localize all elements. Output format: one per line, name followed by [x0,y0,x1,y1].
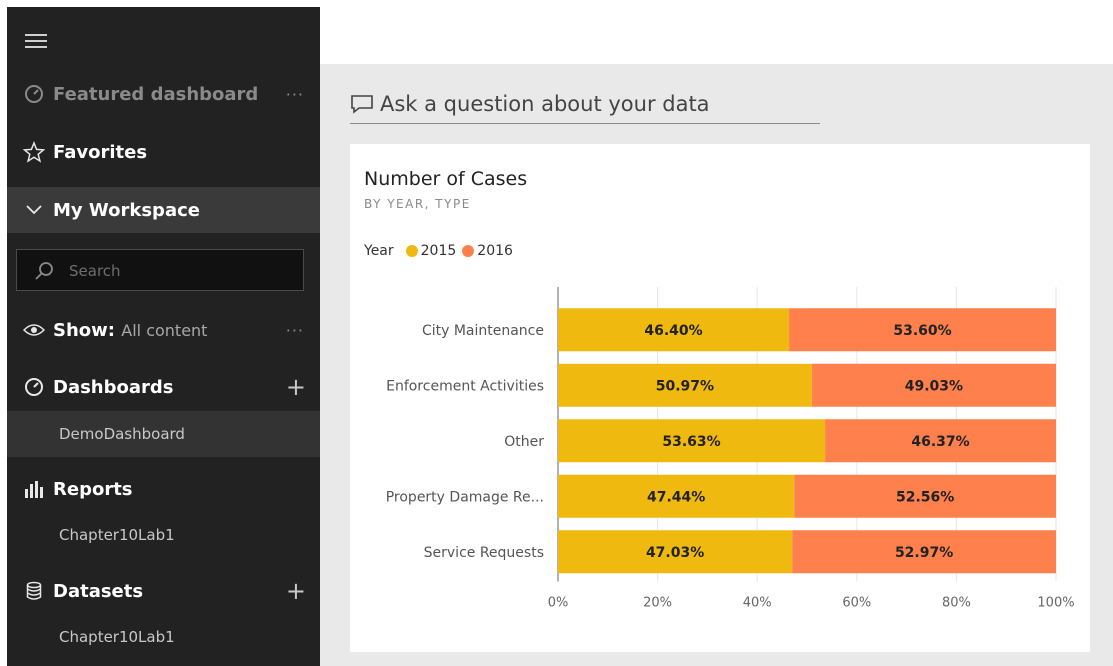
nav-workspace-label: My Workspace [53,199,200,221]
data-label-2015: 46.40% [644,323,702,339]
legend-item-2015[interactable]: 2015 [405,243,457,259]
data-label-2016: 52.56% [896,489,954,505]
workspace-search [16,249,304,291]
x-tick-label: 60% [842,596,871,611]
nav-favorites-label: Favorites [53,141,148,163]
x-tick-label: 100% [1037,596,1074,611]
dataset-item[interactable]: Chapter10Lab1 [7,614,320,660]
legend-swatch-2015 [405,245,418,257]
legend-title: Year [364,243,394,259]
app-root: Featured dashboard ··· Favorites My Work… [0,0,1113,666]
chart-legend: Year 2015 2016 [364,241,519,261]
chart-tile[interactable]: Number of Cases BY YEAR, TYPE Year 2015 … [350,144,1090,652]
x-tick-label: 40% [743,596,772,611]
data-label-2015: 53.63% [662,434,720,450]
qa-input[interactable] [380,88,810,120]
data-label-2015: 47.03% [646,545,704,561]
search-input[interactable] [69,258,289,284]
category-label: Enforcement Activities [386,378,544,394]
nav-datasets[interactable]: Datasets + [7,568,320,614]
category-label: Property Damage Re... [386,489,544,505]
nav-reports-label: Reports [53,478,133,500]
data-label-2016: 46.37% [911,434,969,450]
x-tick-label: 20% [643,596,672,611]
eye-icon [23,319,45,341]
speech-bubble-icon [350,94,374,114]
category-label: Other [504,434,544,450]
sidebar: Featured dashboard ··· Favorites My Work… [7,7,320,666]
hamburger-menu-icon[interactable] [25,34,47,48]
nav-dashboards[interactable]: Dashboards + [7,364,320,410]
nav-reports[interactable]: Reports [7,466,320,512]
show-label: Show: [53,319,115,341]
add-dataset-button[interactable]: + [286,579,306,603]
category-label: City Maintenance [422,323,544,339]
legend-swatch-2016 [462,245,475,257]
x-tick-label: 80% [942,596,971,611]
data-label-2016: 52.97% [895,545,953,561]
qa-box [350,86,820,124]
show-more-button[interactable]: ··· [286,321,304,340]
search-icon [33,260,55,282]
nav-featured-label: Featured dashboard [53,83,259,105]
bar-chart-icon [23,478,45,500]
legend-label-2015: 2015 [420,243,457,259]
tile-subtitle: BY YEAR, TYPE [364,197,471,211]
report-item-label: Chapter10Lab1 [59,526,175,544]
add-dashboard-button[interactable]: + [286,375,306,399]
data-label-2016: 53.60% [893,323,951,339]
x-tick-label: 0% [548,596,569,611]
dashboard-item[interactable]: DemoDashboard [7,411,320,457]
chevron-down-icon [23,199,45,221]
category-label: Service Requests [424,545,544,561]
gauge-icon [23,376,45,398]
report-item[interactable]: Chapter10Lab1 [7,512,320,558]
nav-favorites[interactable]: Favorites [7,129,320,175]
star-icon [23,141,45,163]
gauge-icon [23,83,45,105]
data-label-2015: 50.97% [656,378,714,394]
tile-title: Number of Cases [364,168,528,190]
dataset-item-label: Chapter10Lab1 [59,628,175,646]
legend-item-2016[interactable]: 2016 [462,243,513,259]
show-filter: Show: All content [53,320,207,341]
stacked-bar-chart: 0% 20% 40% 60% 80% 100% City Maintenance 46.40%… [386,287,1075,611]
legend-label-2016: 2016 [477,243,513,259]
dashboard-item-label: DemoDashboard [59,425,185,443]
nav-featured-dashboard[interactable]: Featured dashboard ··· [7,71,320,117]
featured-more-button[interactable]: ··· [286,85,304,104]
data-label-2016: 49.03% [905,378,963,394]
database-icon [23,580,45,602]
nav-dashboards-label: Dashboards [53,376,174,398]
show-value: All content [121,320,208,340]
data-label-2015: 47.44% [647,489,705,505]
nav-show-filter[interactable]: Show: All content ··· [7,307,320,353]
nav-datasets-label: Datasets [53,580,144,602]
dashboard-canvas: Number of Cases BY YEAR, TYPE Year 2015 … [320,64,1113,666]
nav-my-workspace[interactable]: My Workspace [7,187,320,233]
